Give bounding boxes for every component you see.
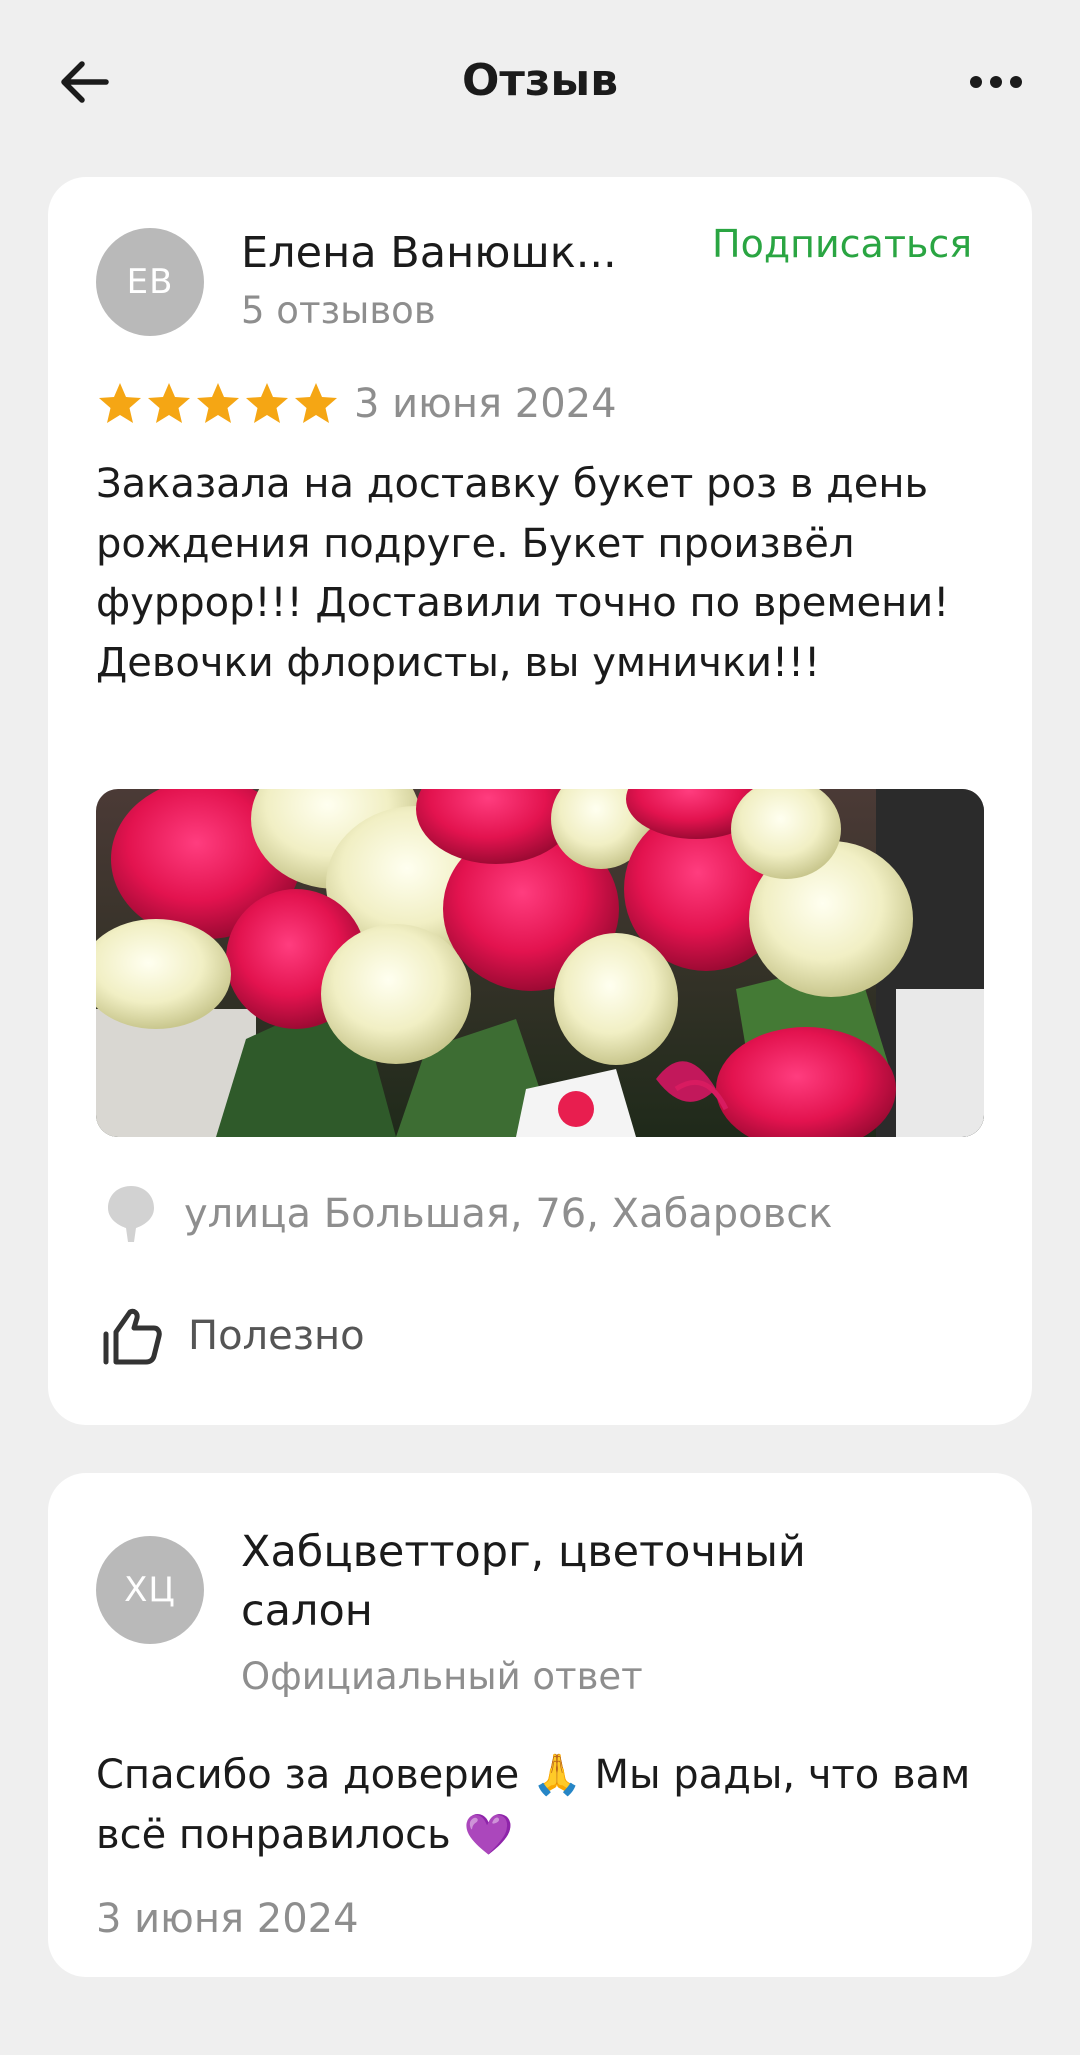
address-text: улица Большая, 76, Хабаровск: [184, 1191, 833, 1237]
author-avatar[interactable]: ЕВ: [96, 228, 204, 336]
thumbs-up-icon: [103, 1308, 162, 1365]
subscribe-button[interactable]: Подписаться: [712, 218, 972, 270]
review-text: Заказала на доставку букет роз в день ро…: [96, 461, 950, 686]
reply-text: Спасибо за доверие 🙏 Мы рады, что вам вс…: [96, 1752, 971, 1858]
more-horizontal-icon: [970, 76, 1022, 88]
official-reply-label: Официальный ответ: [241, 1655, 643, 1698]
author-review-count: 5 отзывов: [241, 289, 436, 332]
more-button[interactable]: [962, 56, 1030, 108]
review-photo[interactable]: [96, 789, 984, 1137]
rating-stars: [96, 380, 340, 428]
roses-bouquet-photo: [96, 789, 984, 1137]
useful-label: Полезно: [188, 1313, 365, 1359]
review-card: ЕВ Елена Ванюшк... 5 отзывов Подписаться…: [48, 177, 1032, 1425]
star-icon: [295, 383, 337, 423]
star-icon: [197, 383, 239, 423]
star-icon: [246, 383, 288, 423]
address-row[interactable]: улица Большая, 76, Хабаровск: [96, 1184, 832, 1244]
official-reply-card: ХЦ Хабцветторг, цветочный салон Официаль…: [48, 1473, 1032, 1977]
author-name[interactable]: Елена Ванюшк...: [241, 225, 681, 281]
star-icon: [148, 383, 190, 423]
star-icon: [99, 383, 141, 423]
location-pin-icon: [108, 1186, 154, 1242]
page-title: Отзыв: [461, 55, 619, 106]
top-bar: Отзыв: [0, 0, 1080, 165]
org-avatar[interactable]: ХЦ: [96, 1536, 204, 1644]
review-date: 3 июня 2024: [354, 381, 617, 427]
org-name[interactable]: Хабцветторг, цветочный салон: [241, 1523, 881, 1641]
reply-date: 3 июня 2024: [96, 1896, 359, 1942]
useful-button[interactable]: Полезно: [96, 1304, 365, 1368]
